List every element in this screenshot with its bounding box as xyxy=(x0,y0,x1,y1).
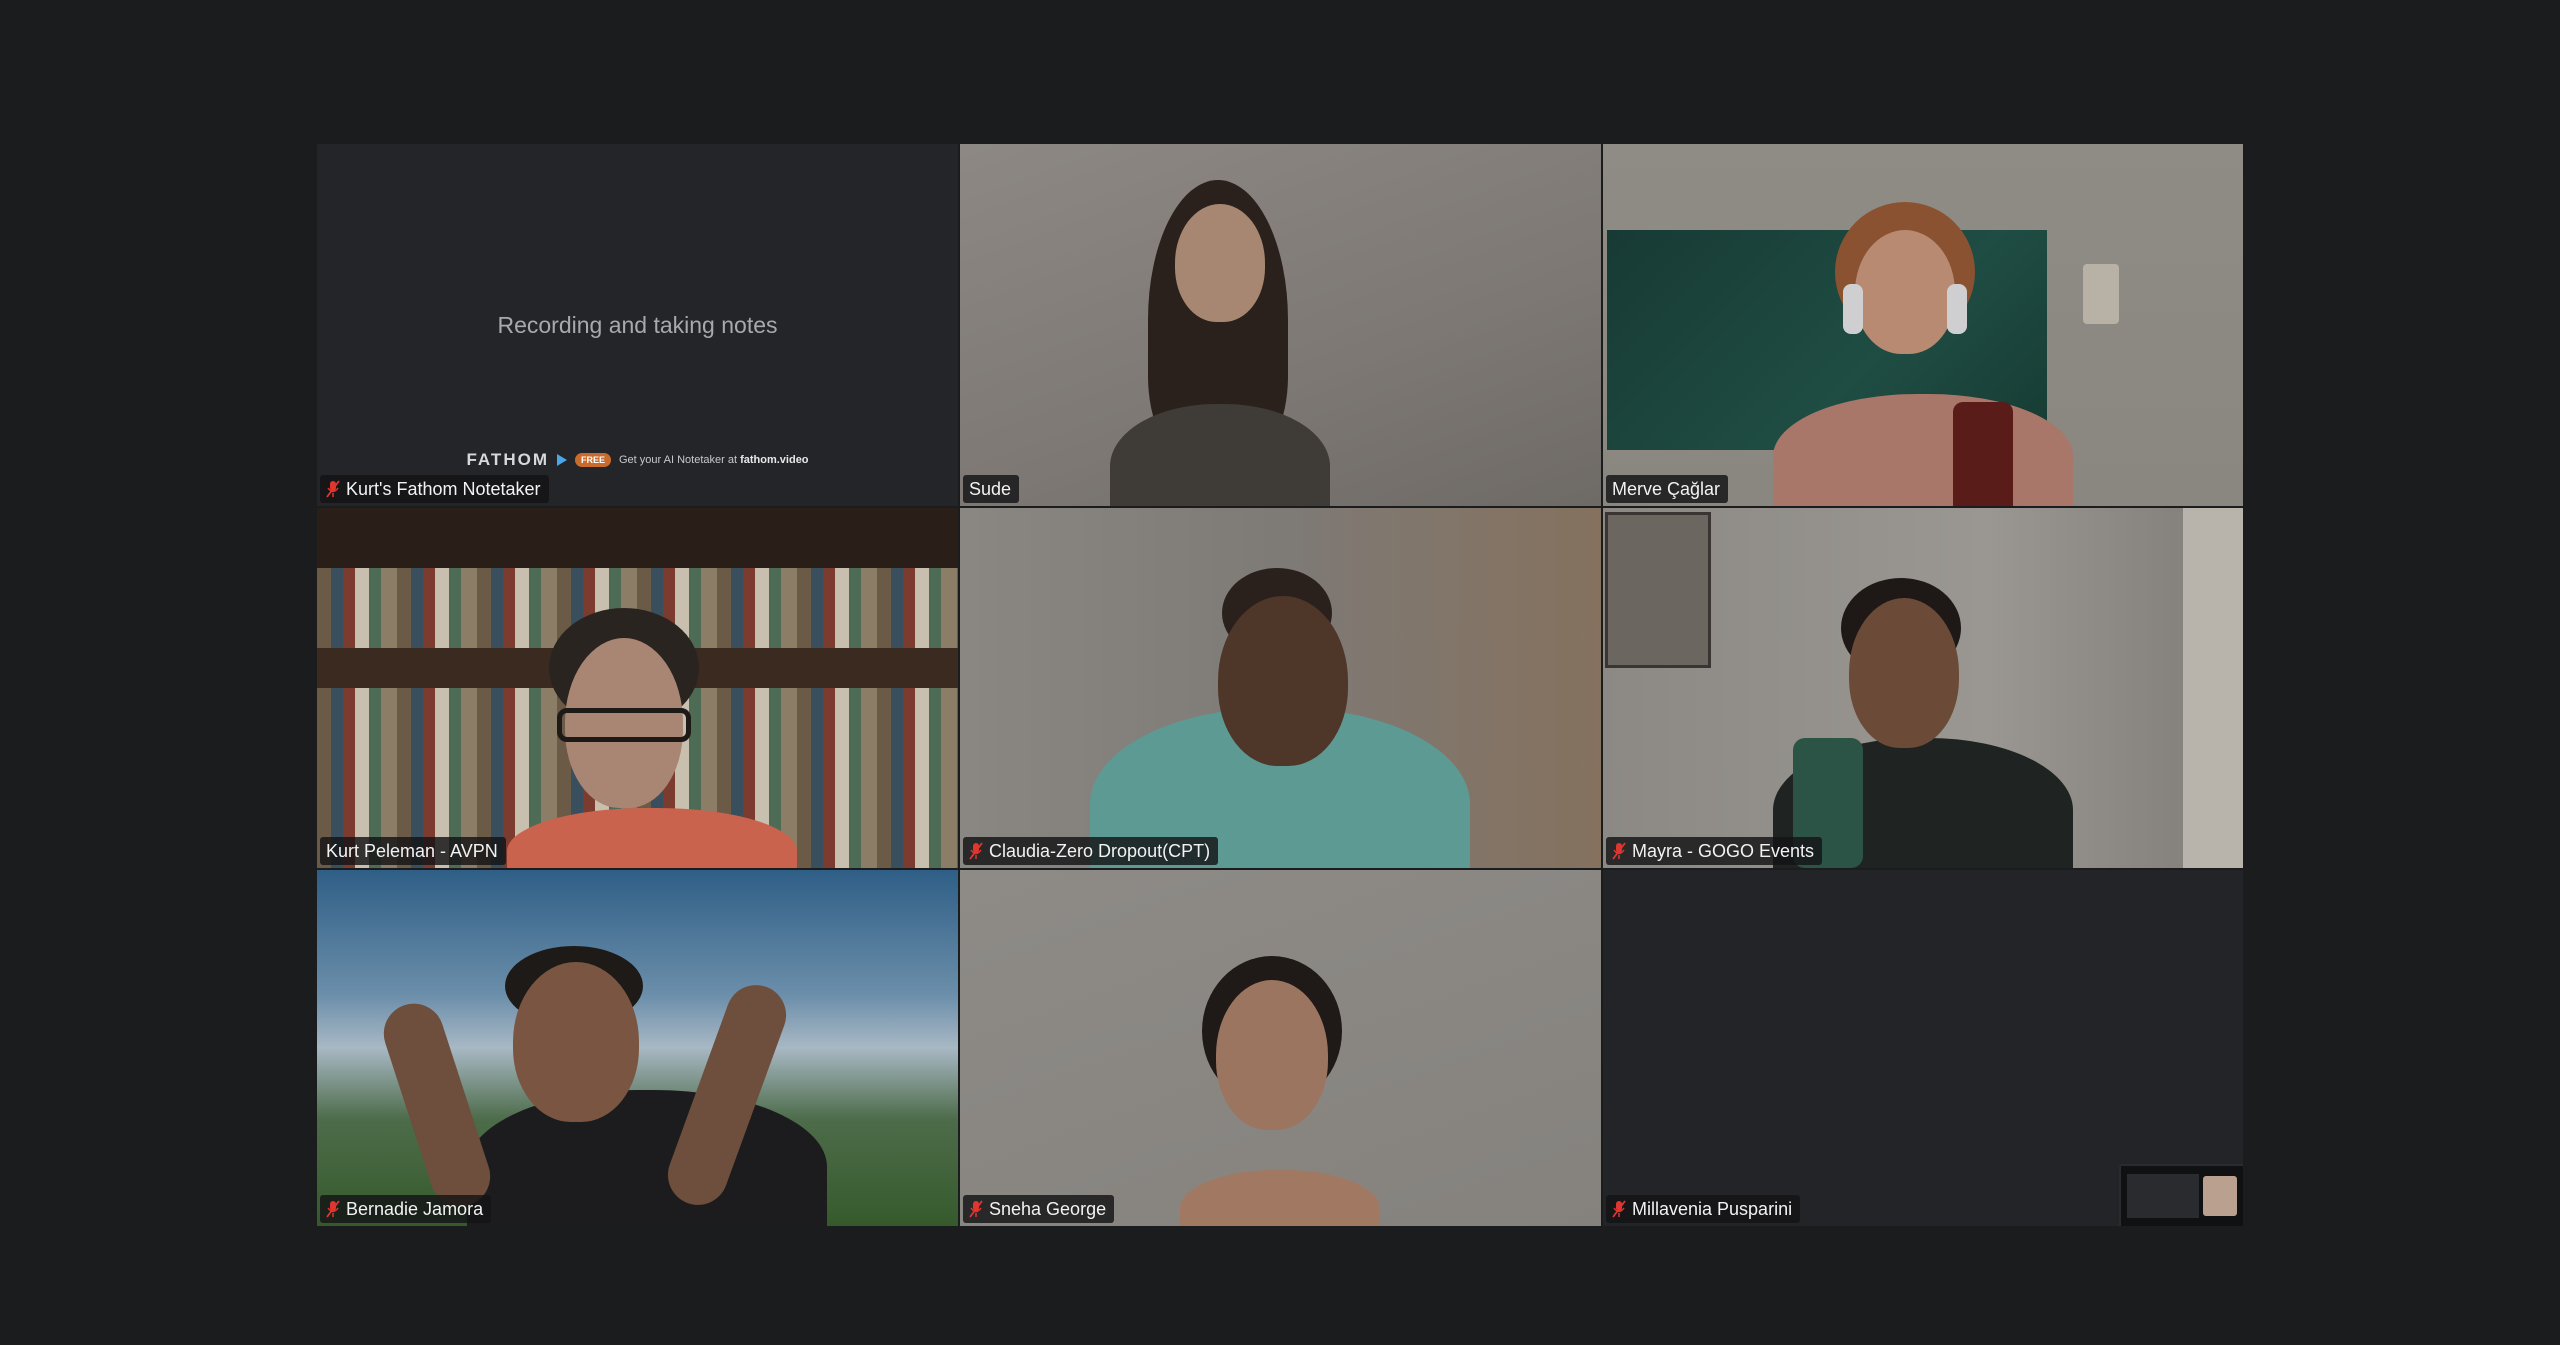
participant-name: Kurt Peleman - AVPN xyxy=(326,841,498,861)
meeting-stage: Recording and taking notes FATHOM FREE G… xyxy=(0,0,2560,1345)
mic-off-icon xyxy=(326,1200,340,1218)
participant-name-tag: Kurt Peleman - AVPN xyxy=(320,837,506,865)
participant-name: Bernadie Jamora xyxy=(346,1199,484,1219)
fathom-logo-text: FATHOM xyxy=(466,450,549,469)
tank-top xyxy=(1953,402,2013,506)
participant-tile-notetaker[interactable]: Recording and taking notes FATHOM FREE G… xyxy=(317,144,958,506)
self-view-thumbnail[interactable] xyxy=(2119,1164,2243,1226)
participant-name: Millavenia Pusparini xyxy=(1632,1199,1793,1219)
fathom-cta-link: fathom.video xyxy=(740,454,809,466)
participant-figure xyxy=(960,870,1601,1226)
participant-figure xyxy=(1603,144,2243,506)
participant-tile-merve[interactable]: Merve Çağlar xyxy=(1603,144,2243,506)
gallery-grid: Recording and taking notes FATHOM FREE G… xyxy=(317,144,2245,1226)
participant-name: Sude xyxy=(969,479,1012,499)
participant-name: Claudia-Zero Dropout(CPT) xyxy=(989,841,1211,861)
participant-name: Mayra - GOGO Events xyxy=(1632,841,1815,861)
fathom-cta-prefix: Get your AI Notetaker at xyxy=(619,454,738,466)
participant-tile-claudia[interactable]: Claudia-Zero Dropout(CPT) xyxy=(960,508,1601,868)
left-arm xyxy=(376,995,498,1215)
participant-tile-sude[interactable]: Sude xyxy=(960,144,1601,506)
mic-off-icon xyxy=(969,1200,983,1218)
fathom-cta: Get your AI Notetaker at fathom.video xyxy=(619,454,809,466)
mic-off-icon xyxy=(969,842,983,860)
participant-name: Merve Çağlar xyxy=(1612,479,1721,499)
notetaker-status-text: Recording and taking notes xyxy=(497,312,778,338)
participant-tile-sneha[interactable]: Sneha George xyxy=(960,870,1601,1226)
self-view-screen xyxy=(2127,1174,2199,1218)
fathom-banner: FATHOM FREE Get your AI Notetaker at fat… xyxy=(317,450,958,470)
participant-tile-kurt[interactable]: Kurt Peleman - AVPN xyxy=(317,508,958,868)
participant-name: Sneha George xyxy=(989,1199,1107,1219)
participant-tile-bernadie[interactable]: Bernadie Jamora xyxy=(317,870,958,1226)
participant-name-tag: Millavenia Pusparini xyxy=(1606,1195,1801,1223)
free-badge: FREE xyxy=(574,453,611,467)
mic-off-icon xyxy=(326,480,340,498)
participant-name-tag: Kurt's Fathom Notetaker xyxy=(320,475,549,503)
headphones xyxy=(1843,284,1863,334)
participant-name-tag: Merve Çağlar xyxy=(1606,475,1729,503)
participant-name-tag: Claudia-Zero Dropout(CPT) xyxy=(963,837,1219,865)
participant-figure xyxy=(317,870,958,1226)
mic-off-icon xyxy=(1612,1200,1626,1218)
participant-name-tag: Sneha George xyxy=(963,1195,1115,1223)
participant-name: Kurt's Fathom Notetaker xyxy=(346,479,541,499)
glasses xyxy=(557,708,691,742)
participant-figure xyxy=(960,508,1601,868)
participant-name-tag: Mayra - GOGO Events xyxy=(1606,837,1823,865)
participant-figure xyxy=(960,144,1601,506)
mic-off-icon xyxy=(1612,842,1626,860)
play-icon xyxy=(556,454,567,466)
participant-tile-mayra[interactable]: Mayra - GOGO Events xyxy=(1603,508,2243,868)
participant-tile-millavenia[interactable]: Millavenia Pusparini xyxy=(1603,870,2243,1226)
participant-figure xyxy=(317,508,958,868)
self-view-face xyxy=(2203,1176,2237,1216)
participant-name-tag: Sude xyxy=(963,475,1020,503)
participant-figure xyxy=(1603,508,2243,868)
participant-name-tag: Bernadie Jamora xyxy=(320,1195,492,1223)
